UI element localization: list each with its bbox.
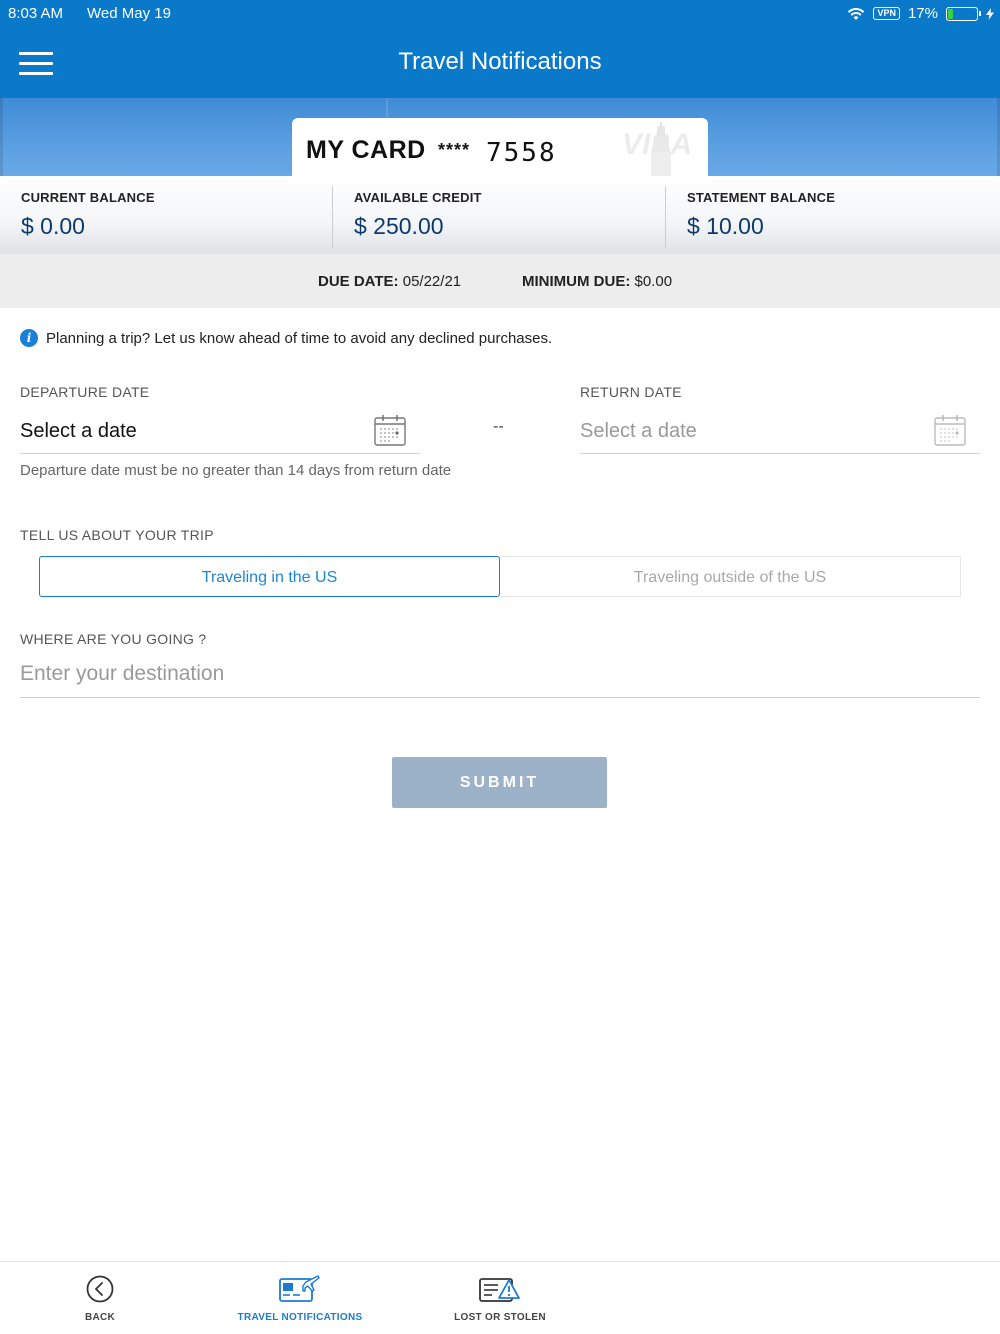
divider xyxy=(332,186,333,248)
available-credit: AVAILABLE CREDIT $ 250.00 xyxy=(354,190,482,240)
tab-back-label: BACK xyxy=(84,1312,116,1323)
nav-bar: Travel Notifications xyxy=(0,28,1000,98)
available-credit-label: AVAILABLE CREDIT xyxy=(354,190,482,205)
status-bar: 8:03 AM Wed May 19 VPN 17% xyxy=(0,0,1000,28)
charging-bolt-icon xyxy=(986,7,994,20)
vpn-badge: VPN xyxy=(873,7,900,20)
current-balance-label: CURRENT BALANCE xyxy=(21,190,155,205)
destination-label: WHERE ARE YOU GOING ? xyxy=(20,631,207,647)
tab-lost-or-stolen-label: LOST OR STOLEN xyxy=(454,1312,546,1323)
destination-input[interactable] xyxy=(20,654,980,694)
balance-summary: CURRENT BALANCE $ 0.00 AVAILABLE CREDIT … xyxy=(0,176,1000,254)
card-banner: MY CARD **** 7558 VISA xyxy=(0,98,1000,176)
card-tower-art-icon xyxy=(651,122,671,176)
current-balance-value: $ 0.00 xyxy=(21,213,85,239)
card-last4: 7558 xyxy=(486,138,557,168)
card-warning-icon xyxy=(479,1278,520,1302)
destination-field xyxy=(20,654,980,698)
travel-card-plane-icon xyxy=(279,1275,320,1302)
tab-back[interactable]: BACK xyxy=(0,1274,200,1323)
battery-icon xyxy=(946,6,981,21)
return-date-label: RETURN DATE xyxy=(580,384,682,400)
return-date-value: Select a date xyxy=(580,420,697,442)
calendar-icon[interactable] xyxy=(934,414,966,446)
segment-traveling-us[interactable]: Traveling in the US xyxy=(39,556,500,597)
trip-type-label: TELL US ABOUT YOUR TRIP xyxy=(20,527,214,543)
card-name: MY CARD xyxy=(306,136,426,164)
divider xyxy=(665,186,666,248)
minimum-due-label: MINIMUM DUE: xyxy=(522,273,631,290)
return-date-field[interactable]: Select a date xyxy=(580,414,980,454)
card-mask: **** xyxy=(438,140,471,160)
trip-type-segmented-control: Traveling in the US Traveling outside of… xyxy=(39,556,961,597)
status-time: 8:03 AM xyxy=(8,5,64,22)
info-text: Planning a trip? Let us know ahead of ti… xyxy=(46,329,553,347)
page-title: Travel Notifications xyxy=(398,48,602,75)
bottom-tab-bar: BACK TRAVEL NOTIFICATIONS LOST OR STOLEN xyxy=(0,1261,1000,1334)
statement-balance-value: $ 10.00 xyxy=(687,213,764,239)
tab-lost-or-stolen[interactable]: LOST OR STOLEN xyxy=(400,1274,600,1323)
departure-date-label: DEPARTURE DATE xyxy=(20,384,150,400)
card-face: MY CARD **** 7558 VISA xyxy=(292,118,708,176)
statement-balance-label: STATEMENT BALANCE xyxy=(687,190,836,205)
due-date: DUE DATE: 05/22/21 xyxy=(318,273,461,290)
due-date-label: DUE DATE: xyxy=(318,273,399,290)
minimum-due-value: $0.00 xyxy=(634,273,673,290)
date-hint: Departure date must be no greater than 1… xyxy=(20,462,452,479)
available-credit-value: $ 250.00 xyxy=(354,213,444,239)
departure-date-field[interactable]: Select a date xyxy=(20,414,420,454)
current-balance: CURRENT BALANCE $ 0.00 xyxy=(21,190,155,240)
wifi-icon xyxy=(848,7,865,20)
minimum-due: MINIMUM DUE: $0.00 xyxy=(522,273,672,290)
submit-button[interactable]: SUBMIT xyxy=(392,757,607,808)
status-date: Wed May 19 xyxy=(87,5,171,22)
info-icon: i xyxy=(20,329,38,347)
battery-percent: 17% xyxy=(907,5,938,22)
statement-balance: STATEMENT BALANCE $ 10.00 xyxy=(687,190,835,240)
tab-travel-notifications-label: TRAVEL NOTIFICATIONS xyxy=(237,1312,363,1323)
back-circle-icon xyxy=(86,1275,114,1303)
segment-traveling-outside-us[interactable]: Traveling outside of the US xyxy=(500,556,961,597)
due-date-value: 05/22/21 xyxy=(402,273,462,290)
departure-date-value: Select a date xyxy=(20,420,137,442)
info-message: i Planning a trip? Let us know ahead of … xyxy=(20,329,552,347)
status-indicators: VPN 17% xyxy=(847,5,994,22)
calendar-icon[interactable] xyxy=(374,414,406,446)
date-range-separator: -- xyxy=(493,418,504,435)
tab-travel-notifications[interactable]: TRAVEL NOTIFICATIONS xyxy=(200,1274,400,1323)
due-bar: DUE DATE: 05/22/21 MINIMUM DUE: $0.00 xyxy=(0,254,1000,308)
